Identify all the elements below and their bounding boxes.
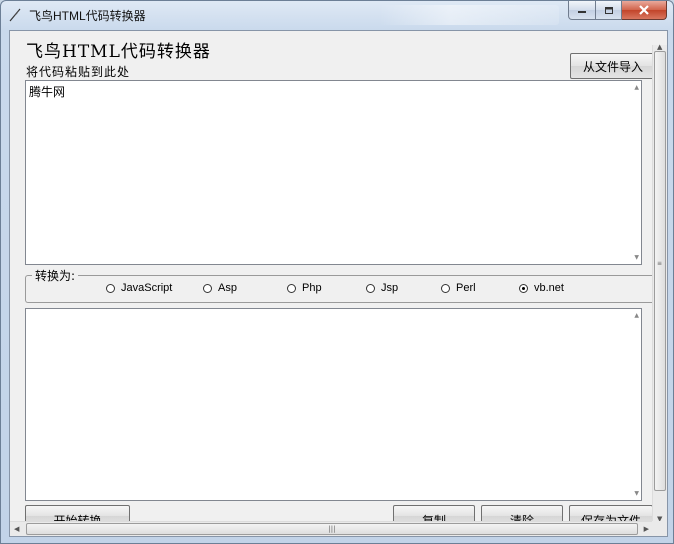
vertical-scrollbar[interactable]: ▲ ≡ ▼ <box>652 43 667 523</box>
app-window: 飞鸟HTML代码转换器 飞鸟HTML代码转换器 将代码粘贴到此处 从文件导入 腾… <box>0 0 674 544</box>
radio-vbnet[interactable]: vb.net <box>519 282 564 294</box>
radio-button-icon <box>203 283 212 293</box>
input-text: 腾牛网 <box>29 85 66 99</box>
scroll-down-arrow-icon: ▼ <box>634 490 639 497</box>
radio-label: Php <box>302 282 322 294</box>
radio-button-icon <box>366 283 375 293</box>
chevron-up-icon: ▲ <box>657 43 663 51</box>
grip-icon: ||| <box>328 525 336 533</box>
radio-label: Jsp <box>381 282 399 294</box>
radio-jsp[interactable]: Jsp <box>366 282 398 294</box>
radio-php[interactable]: Php <box>287 282 322 294</box>
convert-group: 转换为: JavaScript Asp Php Jsp Perl vb.net <box>25 267 666 303</box>
input-textarea[interactable]: 腾牛网 ▲ ▼ <box>25 80 642 265</box>
minimize-icon <box>578 11 586 13</box>
radio-label: Asp <box>218 282 237 294</box>
client-area: 飞鸟HTML代码转换器 将代码粘贴到此处 从文件导入 腾牛网 ▲ ▼ 转换为: … <box>9 30 668 537</box>
radio-button-icon <box>287 283 296 293</box>
window-title: 飞鸟HTML代码转换器 <box>29 9 146 23</box>
horizontal-scrollbar[interactable]: ◀ ||| ▶ <box>10 521 652 536</box>
radio-label: Perl <box>456 282 476 294</box>
maximize-icon <box>604 6 613 14</box>
close-icon <box>639 5 649 15</box>
horizontal-scroll-thumb[interactable]: ||| <box>26 523 638 535</box>
radio-button-icon <box>106 283 115 293</box>
radio-perl[interactable]: Perl <box>441 282 476 294</box>
chevron-right-icon: ▶ <box>643 525 649 533</box>
scroll-up-arrow-icon: ▲ <box>634 84 639 91</box>
output-textarea[interactable]: ▲ ▼ <box>25 308 642 501</box>
minimize-button[interactable] <box>568 1 596 20</box>
radio-button-icon <box>441 283 450 293</box>
scroll-down-arrow-icon: ▼ <box>634 254 639 261</box>
radio-asp[interactable]: Asp <box>203 282 237 294</box>
import-file-button[interactable]: 从文件导入 <box>570 53 656 79</box>
scroll-corner <box>652 521 667 536</box>
title-bar[interactable]: 飞鸟HTML代码转换器 <box>1 1 673 29</box>
grip-icon: ≡ <box>657 260 663 267</box>
scroll-up-arrow-icon: ▲ <box>634 312 639 319</box>
chevron-left-icon: ◀ <box>14 525 20 533</box>
background-blur <box>379 5 559 25</box>
paste-label: 将代码粘贴到此处 <box>26 65 131 79</box>
vertical-scroll-thumb[interactable]: ≡ <box>654 51 666 491</box>
radio-button-selected-icon <box>519 283 528 293</box>
radio-javascript[interactable]: JavaScript <box>106 282 172 294</box>
radio-label: JavaScript <box>121 282 173 294</box>
caption-buttons <box>568 1 667 21</box>
close-button[interactable] <box>622 1 667 20</box>
convert-group-label: 转换为: <box>32 267 79 284</box>
maximize-button[interactable] <box>596 1 622 20</box>
app-heading: 飞鸟HTML代码转换器 <box>26 42 211 62</box>
radio-label: vb.net <box>534 282 564 294</box>
feather-icon <box>9 8 21 22</box>
